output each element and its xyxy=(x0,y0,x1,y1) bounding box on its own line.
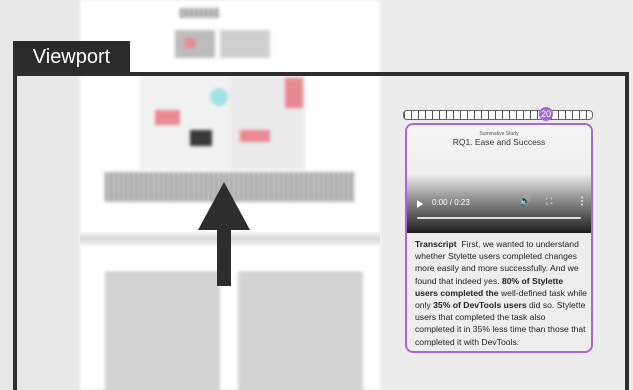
play-icon[interactable] xyxy=(417,200,423,208)
video-title: RQ1. Ease and Success xyxy=(452,137,546,147)
video-timeline-slider[interactable] xyxy=(403,110,593,120)
transcript-heading: Transcript xyxy=(415,239,457,249)
more-options-icon[interactable]: ⋮ xyxy=(577,196,587,207)
transcript-bold: 35% of DevTools users xyxy=(433,300,527,311)
transcript-text: Transcript First, we wanted to understan… xyxy=(415,238,587,348)
paper-figure-blur xyxy=(175,30,215,58)
video-transcript-card: Summative Study RQ1. Ease and Success 0:… xyxy=(405,123,593,353)
timeline-current-marker[interactable]: 20 xyxy=(539,107,553,121)
volume-icon[interactable]: 🔊 xyxy=(519,196,531,207)
video-player[interactable]: Summative Study RQ1. Ease and Success 0:… xyxy=(407,125,591,233)
video-progress-bar[interactable] xyxy=(417,217,581,219)
paper-figure-blur xyxy=(185,38,195,48)
paper-title-blur xyxy=(180,8,220,18)
fullscreen-icon[interactable]: ⛶ xyxy=(546,196,552,207)
video-time: 0:00 / 0:23 xyxy=(432,198,470,207)
viewport-label: Viewport xyxy=(13,41,130,73)
paper-figure-blur xyxy=(220,30,270,58)
